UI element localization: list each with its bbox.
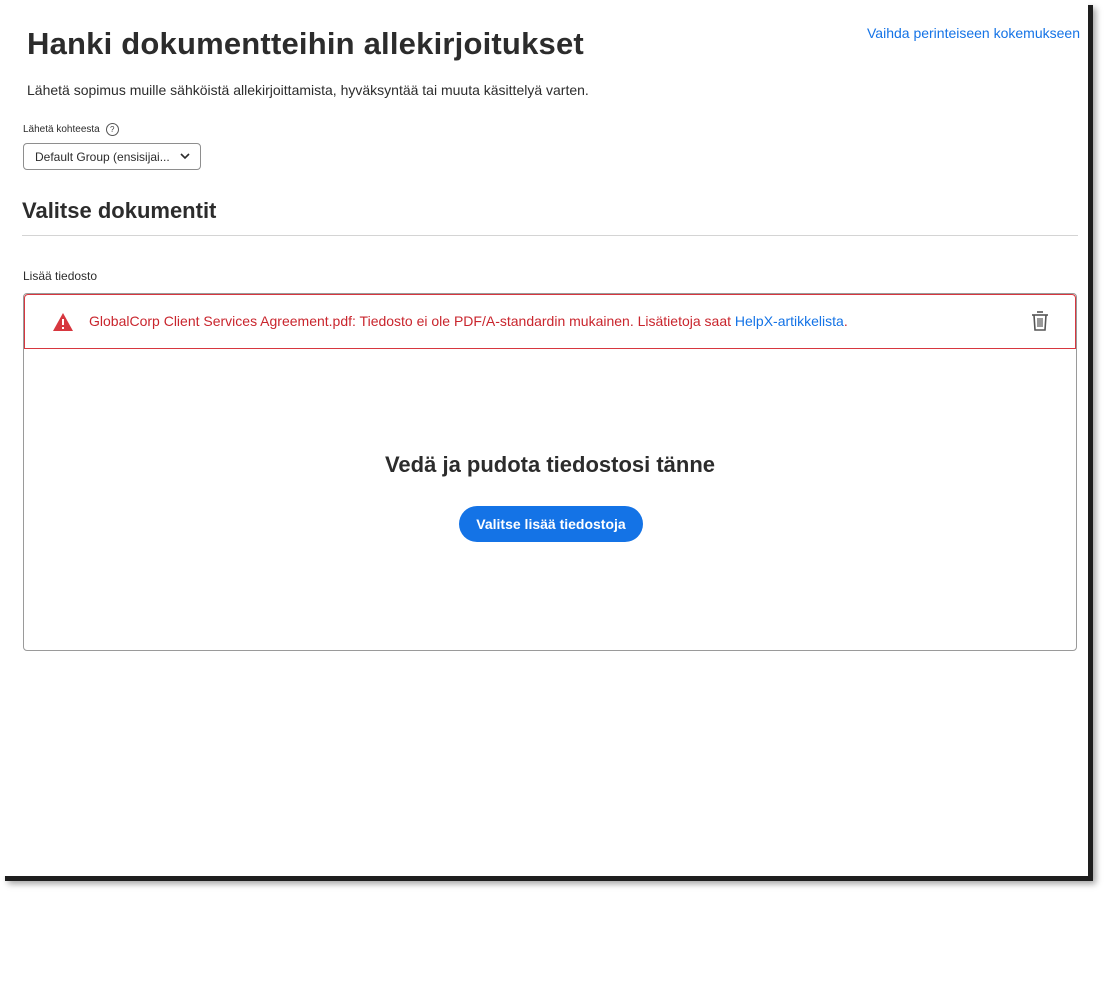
file-error-row: GlobalCorp Client Services Agreement.pdf… [24, 294, 1076, 349]
warning-icon [53, 313, 73, 331]
chevron-down-icon [180, 153, 190, 160]
file-dropzone[interactable]: GlobalCorp Client Services Agreement.pdf… [23, 293, 1077, 651]
file-error-message: GlobalCorp Client Services Agreement.pdf… [89, 313, 848, 329]
switch-experience-link[interactable]: Vaihda perinteiseen kokemukseen [867, 25, 1080, 41]
helpx-link[interactable]: HelpX-artikkelista [735, 313, 844, 329]
section-divider [22, 235, 1078, 236]
send-from-label-text: Lähetä kohteesta [23, 124, 100, 135]
group-select-value: Default Group (ensisijai... [35, 149, 170, 164]
page-title: Hanki dokumentteihin allekirjoitukset [27, 26, 584, 61]
error-suffix: . [843, 313, 848, 329]
group-select[interactable]: Default Group (ensisijai... [23, 143, 201, 170]
help-icon[interactable]: ? [105, 123, 119, 136]
error-text: GlobalCorp Client Services Agreement.pdf… [89, 313, 735, 329]
send-from-label: Lähetä kohteesta ? [23, 123, 119, 136]
app-frame: Vaihda perinteiseen kokemukseen Hanki do… [0, 0, 1088, 876]
trash-icon[interactable] [1031, 310, 1049, 332]
section-title: Valitse dokumentit [22, 198, 217, 223]
choose-files-button[interactable]: Valitse lisää tiedostoja [459, 506, 643, 542]
page-subtitle: Lähetä sopimus muille sähköistä allekirj… [27, 82, 589, 98]
drop-instructions: Vedä ja pudota tiedostosi tänne [384, 452, 716, 477]
add-file-label: Lisää tiedosto [23, 269, 98, 283]
